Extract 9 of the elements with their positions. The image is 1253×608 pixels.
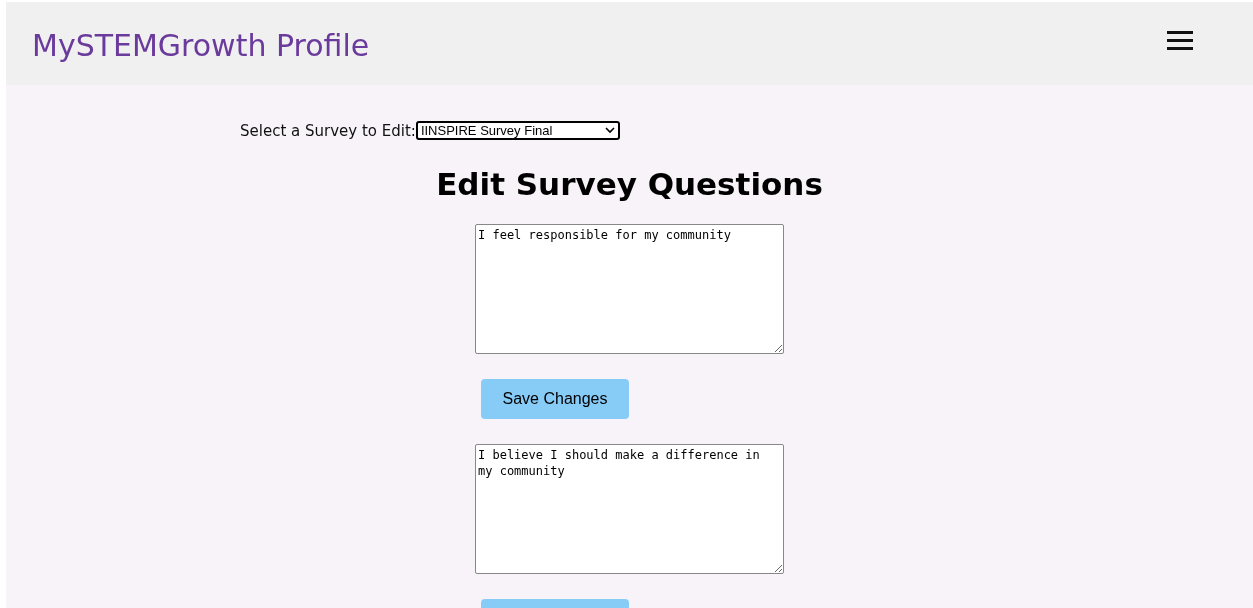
save-button[interactable]: Save Changes — [481, 379, 629, 419]
caret-icon — [604, 127, 615, 134]
question-field[interactable]: I feel responsible for my community — [475, 224, 784, 354]
page-heading: Edit Survey Questions — [436, 166, 823, 202]
survey-dropdown[interactable]: IINSPIRE Survey Final — [415, 121, 620, 140]
menu-icon[interactable] — [1167, 29, 1195, 52]
select-label: Select a Survey to Edit: — [240, 121, 416, 140]
question-field[interactable]: I believe I should make a difference in my community — [475, 444, 784, 574]
site-title: MySTEMGrowth Profile — [32, 28, 370, 63]
